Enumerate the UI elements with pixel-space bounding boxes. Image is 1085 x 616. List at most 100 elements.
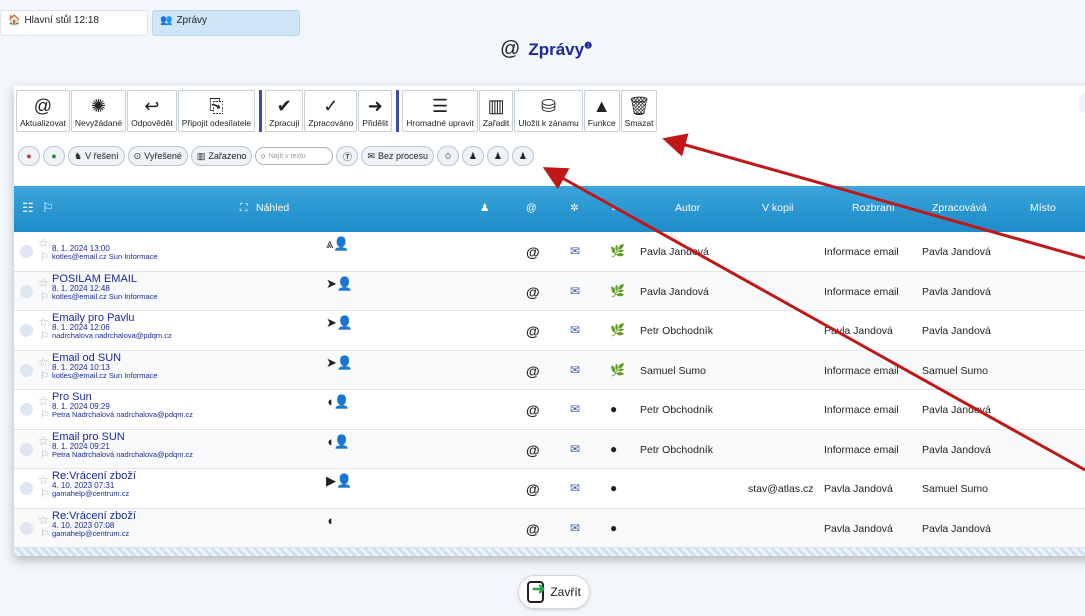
filter-filed-button[interactable]: ▥ Zařazeno [190, 146, 253, 166]
delete-button[interactable]: 🗑 Smazat [620, 90, 658, 132]
close-button[interactable]: Zavřít [518, 575, 590, 609]
attach-sender-label: Připojit odesílatele [181, 118, 252, 128]
star-icon[interactable]: ☆ [38, 355, 49, 369]
flag-icon[interactable]: ⚐ [40, 371, 49, 382]
filter-resolved-label: Vyřešené [144, 151, 182, 161]
row-select-radio[interactable] [20, 403, 33, 416]
table-row[interactable]: ☆ ⚐ Email pro SUN 8. 1. 2024 09:21 Petra Nad… [14, 429, 1085, 469]
process-button[interactable]: ✔ Zpracuji [265, 90, 304, 132]
filter-starred-button[interactable]: ✩ [436, 146, 459, 166]
filter-in-progress-label: V řešení [85, 151, 119, 161]
filter-user-1-button[interactable]: ♟ [461, 146, 484, 166]
direction-column-icon[interactable]: ← [610, 202, 621, 214]
flag-icon[interactable]: ⚐ [40, 252, 49, 263]
direction-icon: ● [610, 481, 618, 495]
row-select-radio[interactable] [20, 324, 33, 337]
filter-green-button[interactable]: ● [43, 146, 65, 166]
distribution-cell: Pavla Jandová [824, 483, 893, 495]
handler-cell: Samuel Sumo [922, 483, 988, 495]
flag-icon[interactable]: ⚐ [40, 529, 49, 540]
flag-icon[interactable]: ⚐ [40, 292, 49, 303]
table-row[interactable]: ☆ ⚐ 8. 1. 2024 13:00 kotles@email.cz Sun In… [14, 232, 1085, 272]
reply-user-icon: ↩ [144, 96, 160, 116]
preview-icons: ➤👤 [326, 315, 354, 330]
star-icon[interactable]: ☆ [38, 236, 49, 250]
search-input[interactable]: ○ Najít v textu [255, 147, 334, 165]
table-row[interactable]: ☆ ⚐ Email od SUN 8. 1. 2024 10:13 kotles@ema… [14, 350, 1085, 390]
functions-button[interactable]: ▲ Funkce [583, 90, 620, 132]
flag-icon[interactable]: ⚐ [40, 489, 49, 500]
table-row[interactable]: ☆ ⚐ POSILAM EMAIL 8. 1. 2024 12:48 kotles@em… [14, 271, 1085, 311]
filter-user-2-button[interactable]: ♟ [486, 146, 509, 166]
filter-resolved-button[interactable]: ⊙ Vyřešené [127, 146, 188, 166]
star-icon[interactable]: ☆ [38, 473, 49, 487]
state-column-icon[interactable]: ✲ [570, 202, 579, 214]
status-icon: ✉ [570, 362, 581, 377]
distribution-cell: Informace email [824, 443, 899, 456]
star-icon[interactable]: ☆ [38, 315, 49, 329]
distribution-cell: Pavla Jandová [824, 325, 893, 337]
table-row[interactable]: ☆ ⚐ Emaily pro Pavlu 8. 1. 2024 12:06 nadrch… [14, 311, 1085, 351]
flag-icon[interactable]: ⚐ [40, 410, 49, 421]
star-icon[interactable]: ☆ [38, 276, 49, 290]
process-label: Zpracuji [269, 118, 300, 128]
column-distribution[interactable]: Rozbraní [852, 202, 895, 214]
tab-messages[interactable]: 👥 Zprávy [152, 10, 300, 36]
spam-button[interactable]: ✺ Nevyžádané [70, 90, 127, 132]
bulk-edit-button[interactable]: ☰ Hromadné upravit [402, 90, 478, 132]
flag-icon[interactable]: ⚐ [40, 331, 49, 342]
user-column-icon[interactable]: ♟ [480, 202, 489, 214]
row-select-radio[interactable] [20, 363, 33, 377]
mail-user-icon: ✉ [367, 150, 375, 161]
row-select-radio[interactable] [20, 482, 33, 495]
more-menu-icon[interactable]: ⋮ [1079, 92, 1085, 114]
row-select-radio[interactable] [20, 284, 33, 298]
handler-cell: Pavla Jandová [922, 443, 991, 456]
tab-home[interactable]: 🏠 Hlavní stůl 12:18 [0, 10, 148, 36]
star-icon[interactable]: ☆ [38, 394, 49, 408]
filter-no-process-button[interactable]: ✉ Bez procesu [361, 146, 434, 166]
file-label: Zařadit [482, 118, 510, 128]
column-preview[interactable]: Náhled [256, 202, 289, 214]
distribution-cell: Informace email [824, 364, 899, 377]
column-place[interactable]: Místo [1030, 202, 1056, 214]
assign-button[interactable]: ➜ Přidělit [358, 90, 393, 132]
functions-label: Funkce [587, 118, 616, 128]
check-circle-icon: ⊙ [133, 150, 142, 161]
star-icon[interactable]: ☆ [38, 513, 49, 527]
select-all-icon[interactable]: ☷ [22, 200, 34, 216]
column-copy[interactable]: V kopii [762, 202, 794, 214]
column-author[interactable]: Autor [675, 202, 700, 214]
search-placeholder: Najít v textu [268, 152, 306, 160]
flag-column-icon[interactable]: ⚐ [42, 200, 54, 216]
refresh-button[interactable]: @ Aktualizovat [16, 90, 70, 132]
users-icon: 👥 [160, 15, 173, 26]
author-cell: Pavla Jandová [640, 246, 709, 258]
assign-label: Přidělit [362, 118, 389, 128]
email-type-icon: @ [526, 323, 540, 339]
filter-user-3-button[interactable]: ♟ [511, 146, 534, 166]
type-column-icon[interactable]: @ [526, 202, 537, 214]
bulk-edit-icon: ☰ [431, 96, 449, 116]
row-select-radio[interactable] [20, 442, 33, 456]
attach-sender-button[interactable]: ⎘ Připojit odesílatele [177, 90, 256, 132]
exit-icon [527, 579, 546, 603]
email-type-icon: @ [526, 402, 540, 418]
filter-in-progress-button[interactable]: ♞ V řešení [68, 146, 125, 166]
search-text-button[interactable]: Ⓣ [336, 146, 359, 166]
row-select-radio[interactable] [20, 521, 33, 535]
table-row[interactable]: ☆ ⚐ Pro Sun 8. 1. 2024 09:29 Petra Nadrchalo… [14, 390, 1085, 430]
filter-all-button[interactable]: ● [18, 146, 40, 166]
file-button[interactable]: ▥ Zařadit [478, 90, 514, 132]
column-handler[interactable]: Zpracovává [932, 202, 987, 214]
message-sender: kotles@email.cz Sun Informace [52, 370, 158, 380]
processed-button[interactable]: ✓ Zpracováno [304, 90, 358, 132]
flag-icon[interactable]: ⚐ [40, 450, 49, 461]
reply-button[interactable]: ↩ Odpovědět [127, 90, 177, 132]
distribution-cell: Pavla Jandová [824, 522, 893, 535]
table-row[interactable]: ☆ ⚐ Re:Vrácení zboží 4. 10. 2023 07:08 gamah… [14, 508, 1085, 548]
star-icon[interactable]: ☆ [38, 434, 49, 448]
row-select-radio[interactable] [20, 245, 33, 258]
save-record-button[interactable]: ⛁ Uložit k zánamu [514, 90, 583, 132]
table-row[interactable]: ☆ ⚐ Re:Vrácení zboží 4. 10. 2023 07:31 gamah… [14, 469, 1085, 509]
